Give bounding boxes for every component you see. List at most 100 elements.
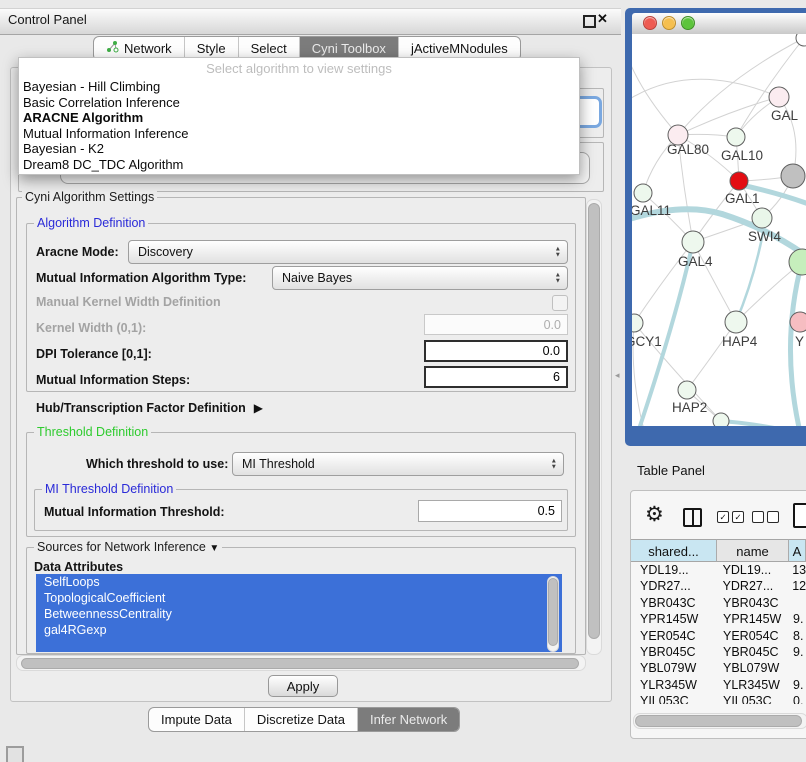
algorithm-option[interactable]: Dream8 DC_TDC Algorithm — [19, 157, 579, 173]
zoom-traffic-light-icon[interactable] — [681, 16, 695, 30]
cell-value — [789, 660, 793, 676]
network-node[interactable] — [790, 312, 806, 332]
float-window-icon[interactable] — [583, 15, 596, 28]
minimized-panel-icon[interactable] — [6, 746, 24, 762]
aracne-mode-combo[interactable]: Discovery — [128, 240, 568, 264]
kernel-width-field[interactable]: 0.0 — [424, 314, 568, 335]
network-node[interactable] — [713, 413, 729, 426]
expanded-arrow-icon — [209, 540, 219, 554]
network-node[interactable] — [632, 314, 643, 332]
table-row[interactable]: YPR145W YPR145W 9. — [631, 611, 806, 627]
mi-threshold-value: 0.5 — [538, 504, 555, 518]
data-attributes-label: Data Attributes — [34, 560, 123, 574]
attribute-item[interactable]: gal4RGexp — [36, 622, 562, 638]
table-row[interactable]: YBR043C YBR043C — [631, 595, 806, 611]
column-header-name[interactable]: name — [717, 539, 789, 562]
column-header-shared[interactable]: shared... — [631, 539, 717, 562]
kernel-width-label: Kernel Width (0,1): — [36, 321, 146, 335]
network-node[interactable] — [752, 208, 772, 228]
sources-title: Sources for Network Inference — [37, 540, 206, 554]
network-node-label: GAL1 — [725, 191, 760, 206]
tab-impute-data[interactable]: Impute Data — [149, 708, 245, 731]
mi-steps-field[interactable]: 6 — [424, 366, 568, 388]
close-icon[interactable] — [597, 11, 608, 27]
table-row[interactable]: YDR27... YDR27... 12 — [631, 578, 806, 594]
tab-infer-network[interactable]: Infer Network — [358, 708, 459, 731]
settings-hscrollbar-thumb[interactable] — [21, 658, 579, 669]
minimize-traffic-light-icon[interactable] — [662, 16, 676, 30]
control-panel-titlebar — [0, 8, 621, 35]
gear-icon[interactable] — [645, 502, 664, 527]
close-traffic-light-icon[interactable] — [643, 16, 657, 30]
mi-type-combo[interactable]: Naive Bayes — [272, 266, 568, 290]
cell-shared: YLR345W — [631, 677, 717, 693]
network-node[interactable] — [730, 172, 748, 190]
network-node[interactable] — [727, 128, 745, 146]
algorithm-option[interactable]: Basic Correlation Inference — [19, 95, 579, 111]
cell-value — [789, 595, 793, 611]
cell-value: 12 — [788, 578, 806, 594]
settings-scrollbar-thumb[interactable] — [588, 203, 600, 639]
table-hscrollbar-thumb[interactable] — [635, 715, 802, 727]
dpi-tolerance-label: DPI Tolerance [0,1]: — [36, 347, 152, 361]
hub-tf-section-toggle[interactable]: Hub/Transcription Factor Definition — [36, 399, 263, 417]
table-panel-title: Table Panel — [637, 463, 705, 478]
network-node[interactable] — [634, 184, 652, 202]
table-row[interactable]: YBL079W YBL079W — [631, 660, 806, 676]
network-canvas[interactable]: GALGAL80GAL10GAL1GAL11SWI4GAL4GCY1HAP4YH… — [632, 34, 806, 426]
table-row[interactable]: YER054C YER054C 8. — [631, 628, 806, 644]
algorithm-definition-title: Algorithm Definition — [34, 216, 148, 230]
network-node[interactable] — [725, 311, 747, 333]
attribute-item[interactable]: TopologicalCoefficient — [36, 590, 562, 606]
network-edge[interactable] — [721, 421, 806, 426]
collapsed-arrow-icon — [254, 399, 263, 417]
attributes-scrollbar-thumb[interactable] — [548, 578, 558, 646]
algorithm-option[interactable]: Bayesian - K2 — [19, 141, 579, 157]
cell-shared: YPR145W — [631, 611, 717, 627]
tab-discretize-data-label: Discretize Data — [257, 708, 345, 731]
algorithm-option-selected[interactable]: ARACNE Algorithm — [19, 110, 579, 126]
split-view-icon[interactable] — [683, 508, 702, 527]
network-node[interactable] — [678, 381, 696, 399]
network-node[interactable] — [796, 34, 806, 46]
table-row[interactable]: YBR045C YBR045C 9. — [631, 644, 806, 660]
mi-threshold-definition-title: MI Threshold Definition — [42, 482, 176, 496]
network-edge[interactable] — [678, 97, 779, 135]
attribute-item[interactable]: SelfLoops — [36, 574, 562, 590]
tab-discretize-data[interactable]: Discretize Data — [245, 708, 358, 731]
attribute-item[interactable]: BetweennessCentrality — [36, 606, 562, 622]
network-window-titlebar[interactable] — [632, 13, 806, 35]
network-node[interactable] — [682, 231, 704, 253]
network-graph[interactable]: GALGAL80GAL10GAL1GAL11SWI4GAL4GCY1HAP4YH… — [632, 34, 806, 426]
table-row[interactable]: YIL053C YIL053C 0. — [631, 693, 806, 704]
table-row[interactable]: YLR345W YLR345W 9. — [631, 677, 806, 693]
new-table-icon[interactable] — [793, 503, 806, 528]
algorithm-option[interactable]: Bayesian - Hill Climbing — [19, 79, 579, 95]
table-row[interactable]: YDL19... YDL19... 13 — [631, 562, 806, 578]
select-all-columns-icon[interactable] — [717, 511, 744, 523]
splitter-handle-icon[interactable] — [615, 370, 620, 381]
network-node-label: GCY1 — [632, 334, 662, 349]
cell-shared: YBR043C — [631, 595, 717, 611]
network-edge[interactable] — [632, 58, 678, 135]
network-edge[interactable] — [632, 79, 779, 100]
cell-shared: YBL079W — [631, 660, 717, 676]
network-node[interactable] — [781, 164, 805, 188]
deselect-all-columns-icon[interactable] — [752, 511, 779, 523]
cell-shared: YBR045C — [631, 644, 717, 660]
mi-threshold-field[interactable]: 0.5 — [418, 500, 562, 522]
which-threshold-combo[interactable]: MI Threshold — [232, 452, 564, 476]
apply-button[interactable]: Apply — [268, 675, 338, 697]
hub-tf-label: Hub/Transcription Factor Definition — [36, 401, 246, 415]
cell-name: YBL079W — [717, 660, 789, 676]
network-node[interactable] — [769, 87, 789, 107]
manual-kernel-checkbox[interactable] — [552, 295, 568, 311]
dpi-tolerance-field[interactable]: 0.0 — [424, 340, 568, 362]
sources-title-row[interactable]: Sources for Network Inference — [34, 540, 222, 554]
screen: Control Panel Network Style Select Cyni … — [0, 0, 806, 762]
algorithm-dropdown-list: Bayesian - Hill Climbing Basic Correlati… — [19, 79, 579, 172]
network-edge[interactable] — [687, 322, 736, 390]
cell-value: 9. — [789, 611, 803, 627]
column-header-partial[interactable]: A — [789, 539, 806, 562]
algorithm-option[interactable]: Mutual Information Inference — [19, 126, 579, 142]
